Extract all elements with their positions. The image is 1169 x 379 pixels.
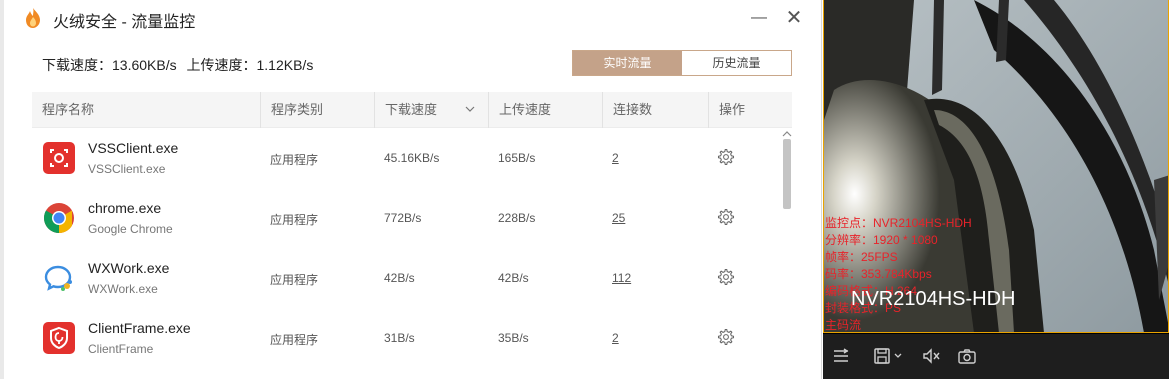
program-name: WXWork.exe [88, 260, 170, 276]
table-row[interactable]: chrome.exe Google Chrome 应用程序 772B/s 228… [32, 188, 777, 248]
stream-list-icon[interactable] [831, 347, 851, 365]
table-row[interactable]: WXWork.exe WXWork.exe 应用程序 42B/s 42B/s 1… [32, 248, 777, 308]
download-speed-text: 下载速度：13.60KB/s [42, 57, 177, 73]
header-upload-speed[interactable]: 上传速度 [488, 92, 551, 128]
program-description: WXWork.exe [88, 282, 158, 296]
huorong-logo-icon [26, 8, 40, 28]
overlay-line-monitor-point: 监控点：NVR2104HS-HDH [825, 216, 972, 230]
chrome-icon [43, 203, 74, 233]
upload-speed: 35B/s [498, 331, 529, 345]
upload-speed: 165B/s [498, 151, 536, 165]
connection-count-link[interactable]: 2 [612, 331, 619, 345]
scroll-up-icon[interactable] [782, 130, 792, 138]
mute-icon[interactable] [921, 347, 941, 365]
connection-count-link[interactable]: 112 [612, 271, 631, 285]
video-toolbar [823, 334, 1169, 379]
camera-snapshot-icon[interactable] [957, 347, 977, 365]
title-bar: 火绒安全 - 流量监控 — ✕ [0, 0, 822, 36]
connection-count-link[interactable]: 25 [612, 211, 625, 225]
header-program-type[interactable]: 程序类别 [260, 92, 323, 128]
video-preview-panel: 监控点：NVR2104HS-HDH 分辨率：1920 * 1080 帧率：25F… [823, 0, 1169, 379]
upload-speed: 228B/s [498, 211, 536, 225]
scrollbar-thumb[interactable] [783, 139, 791, 209]
overlay-line-resolution: 分辨率：1920 * 1080 [825, 233, 938, 247]
camera-feed[interactable]: 监控点：NVR2104HS-HDH 分辨率：1920 * 1080 帧率：25F… [823, 0, 1169, 333]
program-type: 应用程序 [270, 213, 319, 227]
program-name: ClientFrame.exe [88, 320, 191, 336]
download-speed: 31B/s [384, 331, 415, 345]
download-speed: 45.16KB/s [384, 151, 440, 165]
program-name: VSSClient.exe [88, 140, 179, 156]
tab-realtime[interactable]: 实时流量 [573, 51, 682, 75]
wxwork-icon [44, 265, 72, 291]
view-toggle: 实时流量 历史流量 [572, 50, 792, 76]
program-type: 应用程序 [270, 153, 319, 167]
chevron-down-icon[interactable] [464, 103, 476, 115]
upload-speed-text: 上传速度：1.12KB/s [186, 57, 314, 73]
camera-name-label: NVR2104HS-HDH [851, 288, 1016, 310]
screen: 火绒安全 - 流量监控 — ✕ 下载速度：13.60KB/s 上传速度：1.12… [0, 0, 1169, 379]
gear-icon[interactable] [717, 328, 735, 346]
header-download-speed[interactable]: 下载速度 [374, 92, 437, 128]
process-table: 程序名称 程序类别 下载速度 上传速度 连接数 操作 VSSClient.exe… [32, 92, 792, 378]
window-title: 火绒安全 - 流量监控 [53, 14, 196, 31]
background-strip [0, 0, 4, 379]
gear-icon[interactable] [717, 208, 735, 226]
download-speed: 42B/s [384, 271, 415, 285]
minimize-button[interactable]: — [748, 7, 770, 29]
table-body: VSSClient.exe VSSClient.exe 应用程序 45.16KB… [32, 128, 792, 378]
program-description: ClientFrame [88, 342, 154, 356]
close-button[interactable]: ✕ [783, 7, 805, 29]
overlay-line-bitrate: 码率：353.784Kbps [825, 267, 932, 281]
connection-count-link[interactable]: 2 [612, 151, 619, 165]
overlay-line-fps: 帧率：25FPS [825, 250, 898, 264]
gear-icon[interactable] [717, 148, 735, 166]
traffic-monitor-window: 火绒安全 - 流量监控 — ✕ 下载速度：13.60KB/s 上传速度：1.12… [0, 0, 822, 379]
vssclient-icon [43, 142, 75, 174]
program-description: Google Chrome [88, 222, 173, 236]
table-row[interactable]: ClientFrame.exe ClientFrame 应用程序 31B/s 3… [32, 308, 777, 368]
overlay-line-stream: 主码流 [825, 318, 862, 332]
stream-info-overlay: 监控点：NVR2104HS-HDH 分辨率：1920 * 1080 帧率：25F… [825, 215, 972, 332]
table-row[interactable]: VSSClient.exe VSSClient.exe 应用程序 45.16KB… [32, 128, 777, 188]
header-connections[interactable]: 连接数 [602, 92, 652, 128]
tab-history[interactable]: 历史流量 [682, 51, 791, 75]
table-header: 程序名称 程序类别 下载速度 上传速度 连接数 操作 [32, 92, 792, 128]
speed-summary: 下载速度：13.60KB/s 上传速度：1.12KB/s [42, 55, 319, 75]
program-name: chrome.exe [88, 200, 162, 216]
clientframe-icon [43, 322, 75, 354]
gear-icon[interactable] [717, 268, 735, 286]
program-type: 应用程序 [270, 273, 319, 287]
program-type: 应用程序 [270, 333, 319, 347]
program-description: VSSClient.exe [88, 162, 166, 176]
record-save-icon[interactable] [873, 347, 905, 365]
download-speed: 772B/s [384, 211, 422, 225]
header-actions: 操作 [708, 92, 745, 128]
upload-speed: 42B/s [498, 271, 529, 285]
header-program-name[interactable]: 程序名称 [42, 92, 94, 128]
